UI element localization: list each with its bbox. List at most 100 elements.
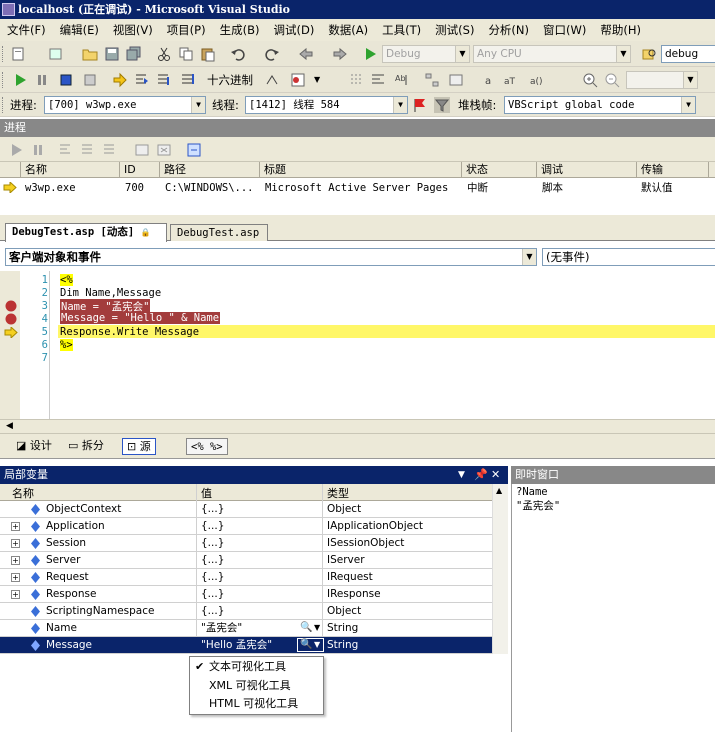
solution-platform-combo[interactable]: Any CPU ▼ [473, 45, 631, 63]
tree-view-icon[interactable] [424, 72, 440, 88]
menu-data[interactable]: 数据(A) [321, 19, 375, 41]
add-item-icon[interactable] [48, 46, 64, 62]
find-combo[interactable]: debug [661, 45, 715, 63]
zoom-out-icon[interactable] [604, 72, 620, 88]
tab-debugtest-dynamic[interactable]: DebugTest.asp [动态] 🔒 [5, 223, 167, 242]
navigate-forward-icon[interactable] [332, 46, 348, 62]
stop-debugging-icon[interactable] [58, 72, 74, 88]
local-row-server[interactable]: + Server {...} IServer [0, 552, 492, 569]
local-row-response[interactable]: + Response {...} IResponse [0, 586, 492, 603]
expand-icon[interactable]: + [11, 539, 20, 548]
code-line-breakpoint[interactable]: Message = "Hello " & Name [60, 312, 221, 324]
expand-icon[interactable]: + [11, 556, 20, 565]
column-header-value[interactable]: 值 [201, 485, 212, 501]
column-header-name[interactable]: 名称 [21, 162, 120, 178]
undo-icon[interactable] [230, 46, 246, 62]
code-line-current[interactable]: Response.Write Message [60, 326, 199, 338]
menu-window[interactable]: 窗口(W) [536, 19, 593, 41]
step-out-icon[interactable] [180, 72, 196, 88]
breakpoints-window-icon[interactable] [290, 72, 306, 88]
chevron-down-icon[interactable]: ▼ [314, 620, 320, 636]
attach-to-process-icon[interactable] [186, 142, 202, 158]
process-combo[interactable]: [700] w3wp.exe ▼ [44, 96, 206, 114]
local-row-request[interactable]: + Request {...} IRequest [0, 569, 492, 586]
align-left-icon[interactable] [370, 72, 386, 88]
solution-config-combo[interactable]: Debug ▼ [382, 45, 470, 63]
scroll-up-icon[interactable]: ▲ [496, 486, 502, 495]
column-header-path[interactable]: 路径 [160, 162, 260, 178]
column-header-debugging[interactable]: 调试 [537, 162, 637, 178]
class-view-icon[interactable] [448, 72, 464, 88]
breakpoint-icon[interactable] [5, 313, 17, 325]
save-icon[interactable] [104, 46, 120, 62]
editor-horizontal-scrollbar[interactable]: ◀ [0, 419, 715, 433]
code-line[interactable]: <% [60, 274, 73, 286]
chevron-down-icon[interactable]: ▼ [314, 637, 320, 653]
zoom-combo[interactable]: ▼ [626, 71, 698, 89]
break-all-icon[interactable] [34, 72, 50, 88]
stack-frame-combo[interactable]: VBScript global code ▼ [504, 96, 696, 114]
expand-icon[interactable]: + [11, 590, 20, 599]
local-row-scriptingnamespace[interactable]: ScriptingNamespace {...} Object [0, 603, 492, 620]
step-into-icon[interactable] [134, 72, 150, 88]
code-editor[interactable]: 1 <% 2 Dim Name,Message 3 Name = "孟宪会" 4… [0, 271, 715, 419]
design-view-button[interactable]: ◪ 设计 [12, 438, 56, 455]
font-size-icon[interactable]: aT [504, 72, 520, 88]
chevron-down-icon[interactable]: ▼ [314, 75, 320, 84]
menu-project[interactable]: 项目(P) [160, 19, 213, 41]
hex-display-toggle[interactable]: 十六进制 [207, 72, 253, 88]
breakpoint-gutter[interactable] [0, 271, 20, 419]
menu-test[interactable]: 测试(S) [428, 19, 481, 41]
immediate-window[interactable]: ?Name "孟宪会" [511, 484, 715, 732]
filter-threads-icon[interactable] [434, 97, 450, 113]
break-process-icon[interactable] [30, 142, 46, 158]
function-icon[interactable]: a() [530, 72, 546, 88]
menu-analyze[interactable]: 分析(N) [481, 19, 536, 41]
local-row-application[interactable]: + Application {...} IApplicationObject [0, 518, 492, 535]
column-header-transport[interactable]: 传输 [637, 162, 709, 178]
sort-icon[interactable]: Ab [394, 72, 410, 88]
column-header-title[interactable]: 标题 [260, 162, 462, 178]
terminate-process-icon[interactable] [156, 142, 172, 158]
step-over-icon[interactable] [156, 72, 172, 88]
menu-help[interactable]: 帮助(H) [593, 19, 648, 41]
source-view-button[interactable]: ⊡ 源 [122, 438, 156, 455]
local-row-message[interactable]: Message "Hello 孟宪会" 🔍 ▼ String [0, 637, 492, 654]
column-header-name[interactable]: 名称 [12, 485, 34, 501]
code-line[interactable]: Dim Name,Message [60, 287, 161, 299]
redo-icon[interactable] [264, 46, 280, 62]
expand-icon[interactable]: + [11, 573, 20, 582]
scroll-left-icon[interactable]: ◀ [6, 421, 13, 431]
breakpoint-icon[interactable] [5, 300, 17, 312]
toolbar-grip[interactable] [2, 97, 5, 113]
step-out-process-icon[interactable] [102, 142, 118, 158]
toolbar-grip[interactable] [2, 72, 5, 88]
expand-icon[interactable]: + [11, 522, 20, 531]
tab-debugtest[interactable]: DebugTest.asp [170, 224, 268, 241]
new-project-icon[interactable] [10, 46, 26, 62]
step-over-process-icon[interactable] [80, 142, 96, 158]
paste-icon[interactable] [200, 46, 216, 62]
find-in-files-icon[interactable] [641, 46, 657, 62]
code-line[interactable]: %> [60, 339, 73, 351]
menu-tools[interactable]: 工具(T) [375, 19, 428, 41]
copy-icon[interactable] [178, 46, 194, 62]
column-header-type[interactable]: 类型 [327, 485, 349, 501]
display-disassembly-icon[interactable] [348, 72, 364, 88]
continue-debug-icon[interactable] [362, 46, 378, 62]
menu-item-html-visualizer[interactable]: HTML 可视化工具 [190, 695, 323, 713]
continue-process-icon[interactable] [8, 142, 24, 158]
flag-thread-icon[interactable] [412, 97, 428, 113]
restart-icon[interactable] [82, 72, 98, 88]
open-folder-icon[interactable] [82, 46, 98, 62]
menu-file[interactable]: 文件(F) [0, 19, 53, 41]
show-next-statement-icon[interactable] [112, 72, 128, 88]
locals-vertical-scrollbar[interactable]: ▲ [492, 484, 508, 654]
tag-navigator-crumb[interactable]: <% %> [186, 438, 228, 455]
text-icon[interactable]: a [482, 72, 498, 88]
threads-icon[interactable] [264, 72, 280, 88]
visualizer-magnifier-icon[interactable]: 🔍 [300, 620, 312, 636]
menu-view[interactable]: 视图(V) [106, 19, 160, 41]
menu-item-xml-visualizer[interactable]: XML 可视化工具 [190, 677, 323, 695]
save-all-icon[interactable] [126, 46, 142, 62]
